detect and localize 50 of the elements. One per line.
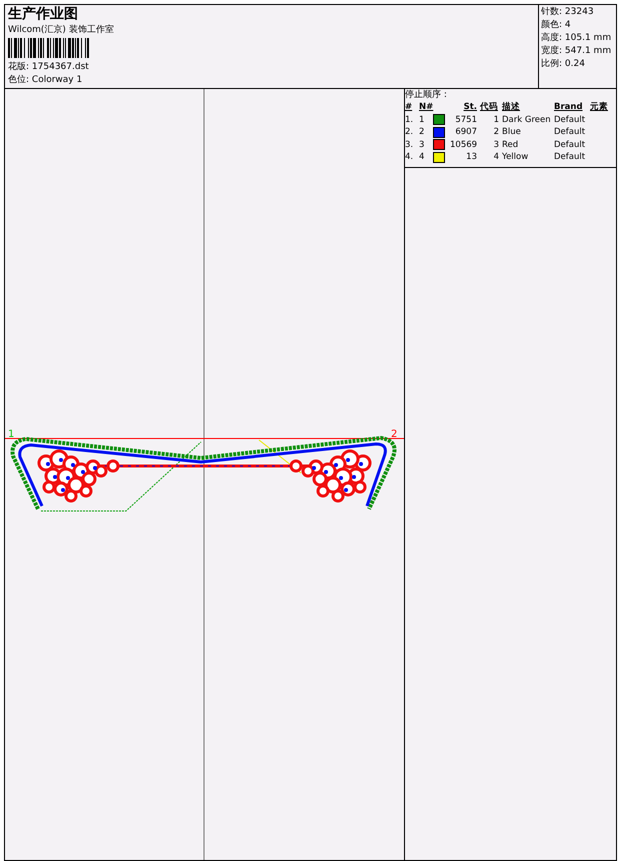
table-cell-text: 2	[419, 126, 426, 138]
column-header: 描述	[502, 101, 521, 114]
stat-value: 0.24	[564, 59, 585, 69]
table-cell-text: 1	[492, 114, 500, 126]
table-cell-text: 2.	[405, 126, 414, 138]
table-cell-text: Dark Green	[502, 114, 552, 126]
column-header: Brand	[554, 101, 584, 114]
table-cell-text: 4	[492, 151, 500, 164]
stat-value: 23243	[564, 7, 594, 17]
stat-value: 4	[564, 20, 571, 30]
design-file-name: 1754367.dst	[32, 62, 89, 72]
table-cell-text: 5751	[454, 114, 478, 126]
table-cell-text: Default	[554, 126, 586, 138]
table-cell-text: 13	[465, 151, 478, 164]
column-header: St.	[462, 101, 478, 114]
sheet-title: 生产作业图	[8, 6, 79, 23]
stat-value: 547.1 mm	[564, 46, 612, 56]
column-header: 代码	[480, 101, 499, 114]
stat-label: 比例:	[541, 59, 562, 69]
colorway-name: Colorway 1	[32, 75, 82, 85]
table-cell-text: Default	[554, 151, 586, 164]
table-cell-text: 3.	[405, 138, 414, 151]
company-name: Wilcom(汇京) 装饰工作室	[8, 24, 115, 36]
table-cell-text: Red	[502, 138, 520, 151]
table-cell-text: 3	[492, 138, 500, 151]
table-cell-text: 2	[492, 126, 500, 138]
colorway-label: 色位:	[8, 75, 30, 85]
column-header: #	[405, 101, 414, 114]
table-cell-text: Yellow	[502, 151, 530, 164]
table-cell-text: 4	[419, 151, 426, 164]
table-cell-text: Default	[554, 138, 586, 151]
start-marker: 1	[8, 429, 14, 440]
table-cell-text: 6907	[454, 126, 478, 138]
stat-label: 高度:	[541, 33, 562, 43]
stat-label: 宽度:	[541, 46, 562, 56]
stat-label: 针数:	[541, 7, 562, 17]
stop-sequence-title: 停止顺序 :	[405, 89, 448, 101]
table-cell-text: 1	[419, 114, 426, 126]
stat-label: 颜色:	[541, 20, 562, 30]
column-header: 元素	[590, 101, 609, 114]
stat-value: 105.1 mm	[564, 33, 612, 43]
column-header: N#	[419, 101, 433, 114]
table-cell-text: 4.	[405, 151, 414, 164]
table-cell-text: Default	[554, 114, 586, 126]
table-cell-text: 3	[419, 138, 426, 151]
table-cell-text: 1.	[405, 114, 414, 126]
end-marker: 2	[391, 429, 398, 440]
design-file-label: 花版:	[8, 62, 30, 72]
table-cell-text: 10569	[450, 138, 478, 151]
table-cell-text: Blue	[502, 126, 522, 138]
